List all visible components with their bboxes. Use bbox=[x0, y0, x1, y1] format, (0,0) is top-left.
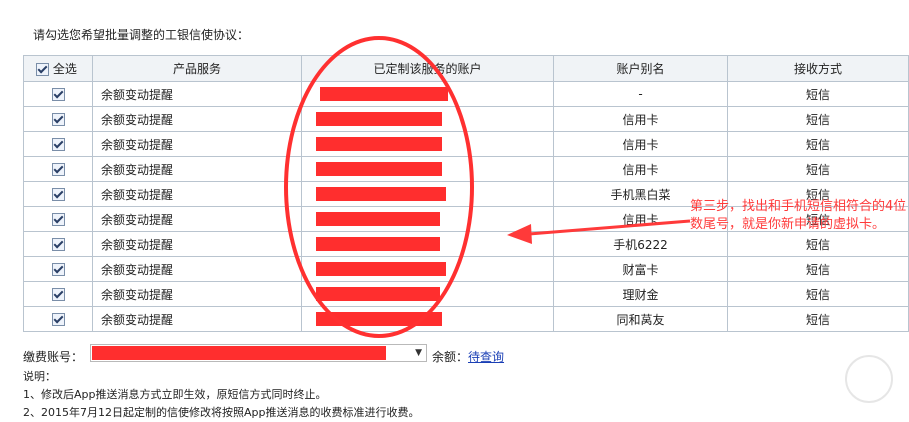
row-checkbox[interactable] bbox=[51, 263, 65, 276]
redacted-account bbox=[316, 137, 442, 152]
notes-title: 说明： bbox=[23, 370, 56, 383]
notes: 说明： 1、修改后App推送消息方式立即生效，原短信方式同时终止。 2、2015… bbox=[23, 368, 419, 422]
annotation-text: 第三步，找出和手机短信相符合的4位数尾号，就是你新申请的虚拟卡。 bbox=[690, 199, 907, 232]
account-cell bbox=[301, 106, 554, 132]
account-cell bbox=[301, 131, 554, 157]
table-row[interactable]: 余额变动提醒 手机6222 短信 bbox=[23, 231, 909, 257]
product-cell: 余额变动提醒 bbox=[92, 206, 302, 232]
row-checkbox[interactable] bbox=[51, 313, 65, 326]
table-row[interactable]: 余额变动提醒 同和莴友 短信 bbox=[23, 306, 909, 332]
product-cell: 余额变动提醒 bbox=[92, 306, 302, 332]
table-row[interactable]: 余额变动提醒 信用卡 短信 bbox=[23, 131, 909, 157]
balance-label: 余额： bbox=[432, 350, 469, 364]
product-cell: 余额变动提醒 bbox=[92, 156, 302, 182]
alias-cell: 信用卡 bbox=[553, 156, 728, 182]
product-cell: 余额变动提醒 bbox=[92, 281, 302, 307]
receive-cell: 短信 bbox=[727, 131, 909, 157]
redacted-account bbox=[316, 187, 446, 202]
receive-cell: 短信 bbox=[727, 81, 909, 107]
account-cell bbox=[301, 256, 554, 282]
alias-cell: 信用卡 bbox=[553, 131, 728, 157]
row-checkbox-cell[interactable] bbox=[23, 181, 93, 207]
table-row[interactable]: 余额变动提醒 财富卡 短信 bbox=[23, 256, 909, 282]
product-cell: 余额变动提醒 bbox=[92, 81, 302, 107]
product-cell: 余额变动提醒 bbox=[92, 256, 302, 282]
redacted-account bbox=[316, 162, 442, 177]
row-checkbox-cell[interactable] bbox=[23, 131, 93, 157]
header-receive: 接收方式 bbox=[727, 55, 909, 82]
select-all-label: 全选 bbox=[52, 62, 77, 76]
balance-query-link[interactable]: 待查询 bbox=[468, 350, 504, 364]
agreement-table: 全选 产品服务 已定制该服务的账户 账户别名 接收方式 余额变动提醒 - 短信 余额变… bbox=[23, 55, 909, 332]
receive-cell: 短信 bbox=[727, 231, 909, 257]
notes-item: 1、修改后App推送消息方式立即生效，原短信方式同时终止。 bbox=[23, 388, 327, 401]
account-cell bbox=[301, 156, 554, 182]
alias-cell: 同和莴友 bbox=[553, 306, 728, 332]
row-checkbox-cell[interactable] bbox=[23, 206, 93, 232]
notes-item: 2、2015年7月12日起定制的信使修改将按照App推送消息的收费标准进行收费。 bbox=[23, 406, 420, 419]
table-row[interactable]: 余额变动提醒 信用卡 短信 bbox=[23, 156, 909, 182]
account-cell bbox=[301, 306, 554, 332]
receive-cell: 短信 bbox=[727, 306, 909, 332]
row-checkbox-cell[interactable] bbox=[23, 106, 93, 132]
table-row[interactable]: 余额变动提醒 信用卡 短信 bbox=[23, 106, 909, 132]
row-checkbox-cell[interactable] bbox=[23, 81, 93, 107]
receive-cell: 短信 bbox=[727, 106, 909, 132]
receive-cell: 短信 bbox=[727, 156, 909, 182]
row-checkbox[interactable] bbox=[51, 163, 65, 176]
table-header-row: 全选 产品服务 已定制该服务的账户 账户别名 接收方式 bbox=[23, 55, 909, 82]
chevron-down-icon[interactable]: ▼ bbox=[415, 348, 422, 358]
row-checkbox[interactable] bbox=[51, 88, 65, 101]
receive-cell: 短信 bbox=[727, 256, 909, 282]
redacted-account bbox=[92, 346, 386, 360]
product-cell: 余额变动提醒 bbox=[92, 231, 302, 257]
table-row[interactable]: 余额变动提醒 - 短信 bbox=[23, 81, 909, 107]
account-cell bbox=[301, 181, 554, 207]
select-all-cell[interactable]: 全选 bbox=[23, 55, 93, 82]
header-alias: 账户别名 bbox=[553, 55, 728, 82]
redacted-account bbox=[316, 237, 440, 252]
row-checkbox[interactable] bbox=[51, 288, 65, 301]
row-checkbox[interactable] bbox=[51, 188, 65, 201]
row-checkbox-cell[interactable] bbox=[23, 156, 93, 182]
account-cell bbox=[301, 281, 554, 307]
page-heading: 请勾选您希望批量调整的工银信使协议： bbox=[33, 28, 250, 42]
alias-cell: 财富卡 bbox=[553, 256, 728, 282]
watermark-logo bbox=[845, 355, 893, 403]
row-checkbox-cell[interactable] bbox=[23, 281, 93, 307]
product-cell: 余额变动提醒 bbox=[92, 106, 302, 132]
redacted-account bbox=[316, 212, 440, 227]
balance: 余额：待查询 bbox=[432, 348, 504, 365]
row-checkbox[interactable] bbox=[51, 213, 65, 226]
row-checkbox-cell[interactable] bbox=[23, 231, 93, 257]
redacted-account bbox=[316, 287, 440, 302]
redacted-account bbox=[320, 87, 448, 102]
header-account: 已定制该服务的账户 bbox=[301, 55, 554, 82]
row-checkbox-cell[interactable] bbox=[23, 306, 93, 332]
product-cell: 余额变动提醒 bbox=[92, 131, 302, 157]
alias-cell: 信用卡 bbox=[553, 106, 728, 132]
redacted-account bbox=[316, 312, 442, 327]
select-all-checkbox[interactable] bbox=[36, 63, 49, 76]
redacted-account bbox=[316, 112, 442, 127]
row-checkbox[interactable] bbox=[51, 238, 65, 251]
header-product: 产品服务 bbox=[92, 55, 302, 82]
row-checkbox[interactable] bbox=[51, 138, 65, 151]
payment-account-select[interactable]: ▼ bbox=[90, 344, 427, 362]
left-arrow-icon bbox=[507, 219, 691, 244]
redacted-account bbox=[316, 262, 446, 277]
receive-cell: 短信 bbox=[727, 281, 909, 307]
payment-label: 缴费账号： bbox=[23, 350, 84, 364]
row-checkbox[interactable] bbox=[51, 113, 65, 126]
alias-cell: 理财金 bbox=[553, 281, 728, 307]
alias-cell: - bbox=[553, 81, 728, 107]
row-checkbox-cell[interactable] bbox=[23, 256, 93, 282]
table-row[interactable]: 余额变动提醒 理财金 短信 bbox=[23, 281, 909, 307]
product-cell: 余额变动提醒 bbox=[92, 181, 302, 207]
account-cell bbox=[301, 81, 554, 107]
